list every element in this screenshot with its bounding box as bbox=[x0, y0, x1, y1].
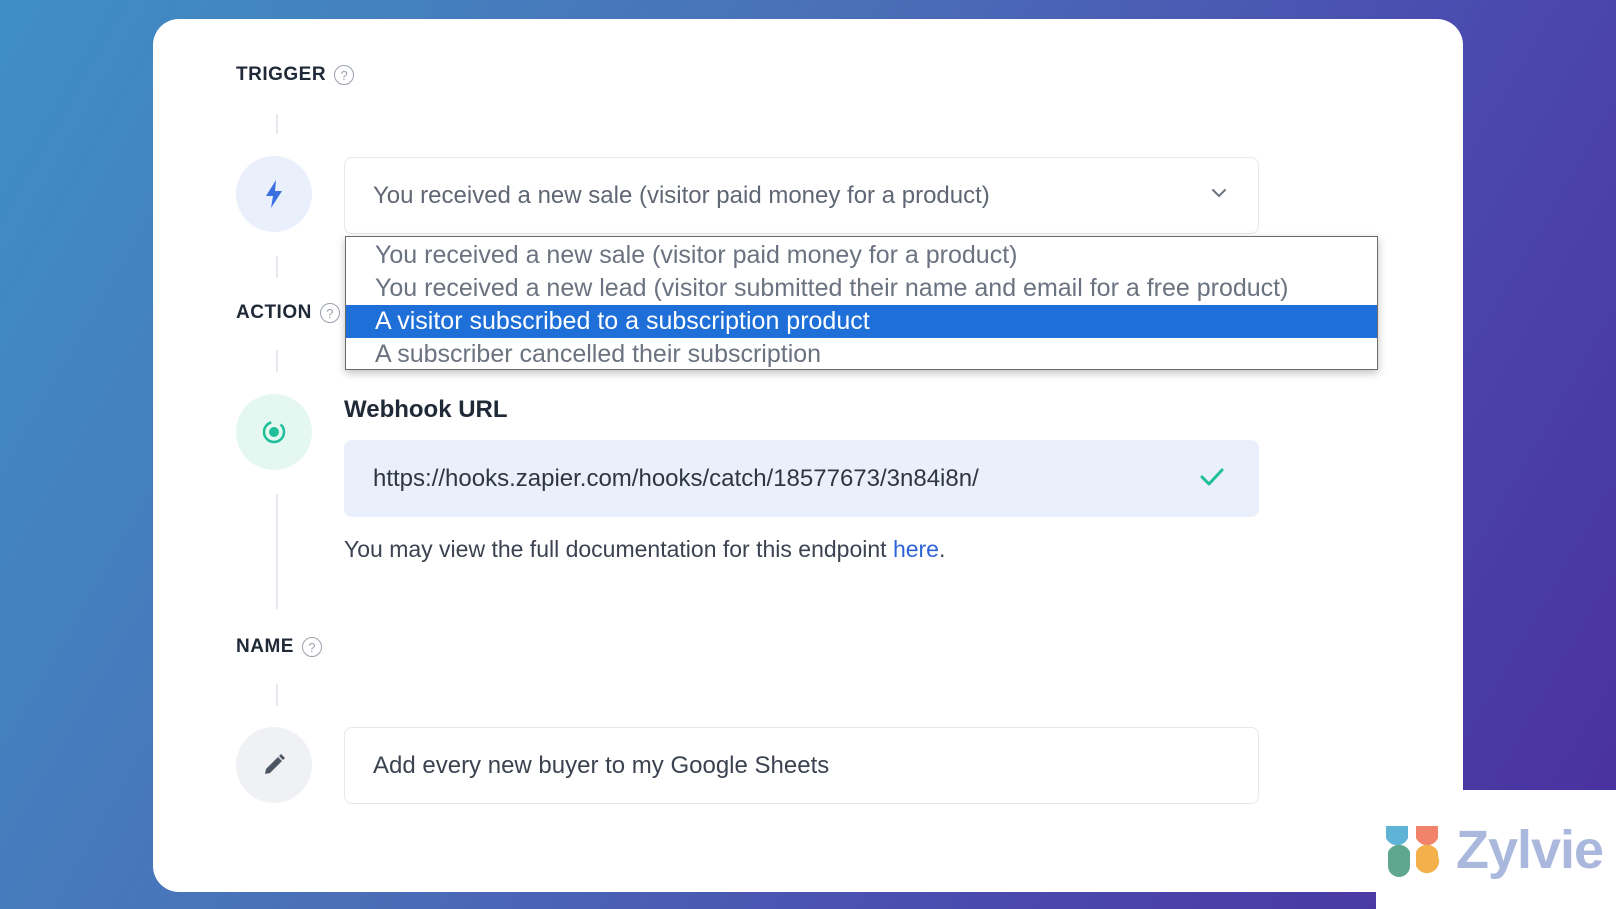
trigger-option[interactable]: You received a new lead (visitor submitt… bbox=[346, 272, 1377, 305]
connector-line bbox=[276, 114, 278, 134]
chevron-down-icon bbox=[1212, 189, 1226, 198]
action-step-circle bbox=[236, 394, 312, 470]
zylvie-logo: Zylvie bbox=[1376, 790, 1616, 909]
pencil-icon bbox=[265, 754, 285, 774]
documentation-note: You may view the full documentation for … bbox=[344, 536, 945, 563]
doc-here-link[interactable]: here bbox=[893, 536, 939, 562]
action-section-label: ACTION ? bbox=[236, 302, 340, 324]
trigger-options-list: You received a new sale (visitor paid mo… bbox=[345, 236, 1378, 370]
trigger-help-icon[interactable]: ? bbox=[334, 65, 355, 85]
action-label: ACTION bbox=[236, 302, 312, 323]
trigger-option-highlighted[interactable]: A visitor subscribed to a subscription p… bbox=[346, 305, 1377, 338]
name-help-icon[interactable]: ? bbox=[301, 637, 322, 657]
webhook-url-value: https://hooks.zapier.com/hooks/catch/185… bbox=[373, 464, 979, 492]
connector-line bbox=[276, 350, 278, 372]
webhook-url-title: Webhook URL bbox=[344, 396, 508, 423]
connector-line bbox=[276, 256, 278, 278]
connector-line bbox=[276, 494, 278, 609]
trigger-label: TRIGGER bbox=[236, 64, 327, 85]
trigger-selected-value: You received a new sale (visitor paid mo… bbox=[373, 181, 990, 209]
doc-text: You may view the full documentation for … bbox=[344, 536, 893, 562]
doc-period: . bbox=[938, 536, 946, 562]
trigger-option[interactable]: A subscriber cancelled their subscriptio… bbox=[346, 338, 1377, 371]
check-icon bbox=[1200, 468, 1224, 486]
action-help-icon[interactable]: ? bbox=[319, 303, 340, 323]
lightning-icon bbox=[266, 180, 282, 208]
zylvie-logo-mark bbox=[1386, 825, 1440, 877]
name-input[interactable]: Add every new buyer to my Google Sheets bbox=[344, 727, 1259, 804]
connector-line bbox=[276, 684, 278, 706]
name-input-value: Add every new buyer to my Google Sheets bbox=[373, 751, 830, 779]
webhook-url-field[interactable]: https://hooks.zapier.com/hooks/catch/185… bbox=[344, 440, 1259, 517]
webhook-icon bbox=[262, 420, 286, 444]
trigger-step-circle bbox=[236, 156, 312, 232]
trigger-option[interactable]: You received a new sale (visitor paid mo… bbox=[346, 239, 1377, 272]
trigger-select[interactable]: You received a new sale (visitor paid mo… bbox=[344, 157, 1259, 234]
brand-name: Zylvie bbox=[1456, 819, 1604, 880]
name-section-label: NAME ? bbox=[236, 636, 322, 658]
trigger-section-label: TRIGGER ? bbox=[236, 64, 355, 86]
name-step-circle bbox=[236, 727, 312, 803]
name-label: NAME bbox=[236, 636, 294, 657]
